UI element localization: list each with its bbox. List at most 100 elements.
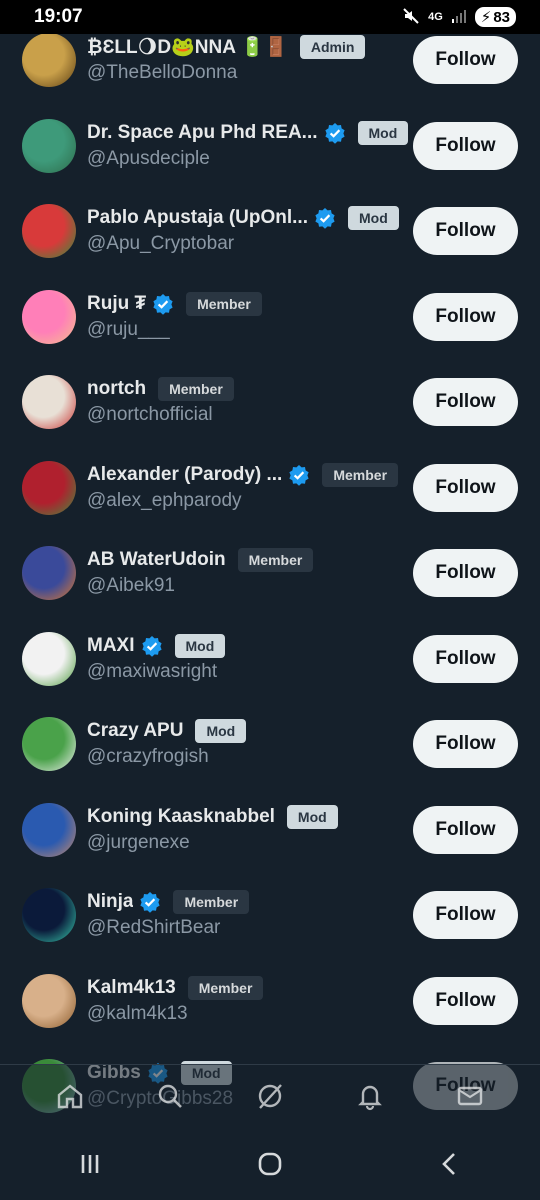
role-badge: Member [322, 462, 399, 487]
role-badge: Member [186, 291, 262, 316]
role-badge: Admin [299, 35, 366, 59]
display-name[interactable]: Ninja [87, 891, 133, 913]
back-icon[interactable] [436, 1150, 464, 1183]
follow-button[interactable]: Follow [413, 121, 518, 170]
user-handle[interactable]: @Apu_Cryptobar [87, 233, 234, 255]
avatar[interactable] [22, 973, 76, 1028]
member-row[interactable]: Alexander (Parody) ... Member @alex_ephpar… [0, 450, 540, 536]
member-row[interactable]: Kalm4k13 Member @kalm4k13 Follow [0, 963, 540, 1049]
member-row[interactable]: Koning Kaasknabbel Mod @jurgenexe Follow [0, 792, 540, 878]
avatar[interactable] [22, 289, 76, 344]
name-line: Ninja Member [87, 887, 250, 917]
battery-indicator: ⚡ 83 [474, 7, 516, 27]
name-line: Alexander (Parody) ... Member [87, 460, 399, 490]
display-name[interactable]: Crazy APU [87, 720, 183, 742]
follow-button[interactable]: Follow [413, 805, 518, 854]
bottom-tab-bar [0, 1064, 540, 1132]
follow-button[interactable]: Follow [413, 36, 518, 84]
avatar[interactable] [22, 888, 76, 942]
name-line: Koning Kaasknabbel Mod [87, 802, 338, 832]
status-bar: 19:07 4G ⚡ 83 [0, 0, 540, 34]
avatar[interactable] [22, 118, 76, 173]
display-name[interactable]: Kalm4k13 [87, 977, 176, 999]
display-name[interactable]: ₿ƐLL🌖D🐸NNA 🔋🚪 [87, 35, 288, 59]
member-row[interactable]: Ninja Member @RedShirtBear Follow [0, 877, 540, 963]
member-row[interactable]: Pablo Apustaja (UpOnl... Mod @Apu_Cryptoba… [0, 193, 540, 279]
user-handle[interactable]: @jurgenexe [87, 832, 190, 854]
display-name[interactable]: AB WaterUdoin [87, 549, 226, 571]
user-handle[interactable]: @maxiwasright [87, 661, 217, 683]
follow-button[interactable]: Follow [413, 207, 518, 255]
follow-button[interactable]: Follow [413, 378, 518, 426]
name-line: AB WaterUdoin Member [87, 545, 314, 575]
member-row[interactable]: Crazy APU Mod @crazyfrogish Follow [0, 706, 540, 792]
role-badge: Member [173, 890, 250, 914]
member-row[interactable]: Dr. Space Apu Phd REA... Mod @Apusdeciple F… [0, 108, 540, 194]
display-name[interactable]: Pablo Apustaja (UpOnl... [87, 207, 308, 229]
role-badge: Mod [357, 120, 409, 145]
follow-button[interactable]: Follow [413, 891, 518, 939]
user-handle[interactable]: @RedShirtBear [87, 917, 220, 939]
role-badge: Mod [347, 206, 399, 230]
role-badge: Mod [195, 719, 247, 743]
battery-level: 83 [493, 8, 510, 26]
user-handle[interactable]: @nortchofficial [87, 404, 213, 426]
avatar[interactable] [22, 33, 76, 87]
user-handle[interactable]: @Apusdeciple [87, 148, 210, 170]
verified-badge-icon [153, 293, 173, 315]
avatar[interactable] [22, 204, 76, 258]
notifications-icon[interactable] [355, 1081, 385, 1116]
messages-icon[interactable] [455, 1081, 485, 1116]
home-nav-icon[interactable] [256, 1150, 284, 1183]
system-nav-bar [0, 1132, 540, 1200]
follow-button[interactable]: Follow [413, 463, 518, 512]
home-icon[interactable] [55, 1081, 85, 1116]
user-handle[interactable]: @crazyfrogish [87, 746, 209, 768]
avatar[interactable] [22, 631, 76, 686]
user-handle[interactable]: @Aibek91 [87, 575, 175, 597]
status-time: 19:07 [34, 6, 83, 27]
follow-button[interactable]: Follow [413, 292, 518, 341]
display-name[interactable]: nortch [87, 378, 146, 400]
role-badge: Mod [286, 804, 338, 829]
verified-badge-icon [140, 892, 161, 913]
grok-icon[interactable] [255, 1081, 285, 1116]
name-line: Kalm4k13 Member [87, 973, 264, 1003]
display-name[interactable]: Ruju ₮ [87, 293, 146, 315]
display-name[interactable]: Koning Kaasknabbel [87, 806, 275, 828]
role-badge: Member [158, 377, 234, 401]
recents-icon[interactable] [76, 1150, 104, 1183]
avatar[interactable] [22, 546, 76, 600]
name-line: Crazy APU Mod [87, 716, 247, 746]
user-handle[interactable]: @kalm4k13 [87, 1003, 188, 1025]
verified-badge-icon [315, 208, 335, 229]
search-icon[interactable] [155, 1081, 185, 1116]
display-name[interactable]: Alexander (Parody) ... [87, 464, 282, 486]
avatar[interactable] [22, 460, 76, 515]
avatar[interactable] [22, 717, 76, 771]
signal-icon [451, 8, 467, 27]
follow-button[interactable]: Follow [413, 549, 518, 597]
charging-icon: ⚡ [480, 9, 492, 26]
verified-badge-icon [324, 122, 345, 144]
avatar[interactable] [22, 375, 76, 429]
status-icons: 4G ⚡ 83 [402, 7, 516, 28]
user-handle[interactable]: @alex_ephparody [87, 490, 242, 512]
name-line: MAXI Mod [87, 631, 226, 661]
mute-icon [402, 7, 420, 28]
member-row[interactable]: nortch Member @nortchofficial Follow [0, 364, 540, 450]
member-row[interactable]: MAXI Mod @maxiwasright Follow [0, 621, 540, 707]
member-row[interactable]: Ruju ₮ Member @ruju___ Follow [0, 279, 540, 365]
user-handle[interactable]: @TheBelloDonna [87, 62, 237, 84]
avatar[interactable] [22, 802, 76, 857]
user-handle[interactable]: @ruju___ [87, 319, 170, 341]
follow-button[interactable]: Follow [413, 634, 518, 683]
display-name[interactable]: Dr. Space Apu Phd REA... [87, 122, 318, 144]
member-row[interactable]: ₿ƐLL🌖D🐸NNA 🔋🚪 Admin @TheBelloDonna Follow [0, 22, 540, 108]
display-name[interactable]: MAXI [87, 635, 135, 657]
follow-button[interactable]: Follow [413, 720, 518, 768]
member-row[interactable]: AB WaterUdoin Member @Aibek91 Follow [0, 535, 540, 621]
name-line: nortch Member [87, 374, 234, 404]
role-badge: Member [237, 548, 314, 572]
follow-button[interactable]: Follow [413, 976, 518, 1025]
